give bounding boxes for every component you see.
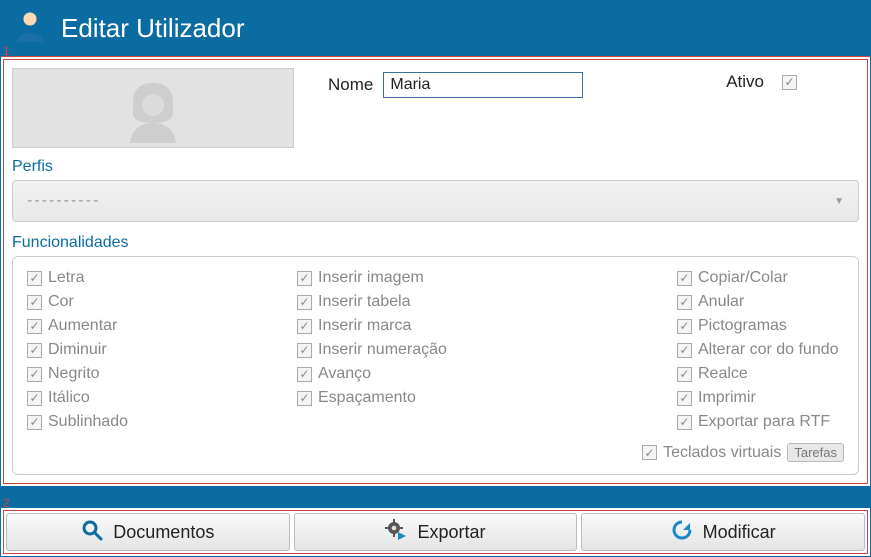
func-item: Itálico	[27, 387, 297, 409]
checkbox[interactable]	[677, 271, 692, 286]
perfis-value: ----------	[27, 192, 100, 210]
func-item: Inserir marca	[297, 315, 677, 337]
action-bar: Documentos Exportar Modificar	[3, 510, 868, 554]
checkbox[interactable]	[677, 295, 692, 310]
documentos-button[interactable]: Documentos	[6, 513, 290, 551]
name-input[interactable]	[383, 72, 583, 98]
func-item: Negrito	[27, 363, 297, 385]
func-item: Aumentar	[27, 315, 297, 337]
func-col-3: Copiar/Colar Anular Pictogramas Alterar …	[677, 267, 844, 433]
virtual-keyboards-row: Teclados virtuais Tarefas	[27, 443, 844, 462]
func-item: Alterar cor do fundo	[677, 339, 844, 361]
checkbox[interactable]	[677, 319, 692, 334]
func-item: Inserir numeração	[297, 339, 677, 361]
virtual-keyboards-label: Teclados virtuais	[663, 444, 781, 462]
func-col-1: Letra Cor Aumentar Diminuir Negrito Itál…	[27, 267, 297, 433]
modificar-button[interactable]: Modificar	[581, 513, 865, 551]
func-item: Pictogramas	[677, 315, 844, 337]
checkbox[interactable]	[27, 319, 42, 334]
checkbox[interactable]	[27, 415, 42, 430]
name-label: Nome	[328, 75, 373, 95]
marker-1: 1	[3, 44, 10, 58]
virtual-keyboards-checkbox[interactable]	[642, 445, 657, 460]
func-item: Imprimir	[677, 387, 844, 409]
checkbox[interactable]	[677, 367, 692, 382]
search-icon	[81, 519, 103, 546]
funcionalidades-label: Funcionalidades	[8, 230, 863, 254]
checkbox[interactable]	[297, 343, 312, 358]
func-item: Exportar para RTF	[677, 411, 844, 433]
func-item: Inserir imagem	[297, 267, 677, 289]
perfis-dropdown[interactable]: ---------- ▼	[12, 180, 859, 222]
titlebar: Editar Utilizador 1	[1, 1, 870, 57]
func-col-2: Inserir imagem Inserir tabela Inserir ma…	[297, 267, 677, 433]
func-item: Espaçamento	[297, 387, 677, 409]
checkbox[interactable]	[297, 367, 312, 382]
refresh-icon	[671, 519, 693, 546]
checkbox[interactable]	[677, 391, 692, 406]
exportar-label: Exportar	[417, 522, 485, 543]
func-item: Inserir tabela	[297, 291, 677, 313]
checkbox[interactable]	[677, 415, 692, 430]
checkbox[interactable]	[297, 319, 312, 334]
func-item: Avanço	[297, 363, 677, 385]
active-checkbox[interactable]	[782, 75, 797, 90]
checkbox[interactable]	[27, 271, 42, 286]
checkbox[interactable]	[297, 391, 312, 406]
checkbox[interactable]	[27, 367, 42, 382]
checkbox[interactable]	[27, 391, 42, 406]
user-header-row: Nome Ativo	[8, 64, 863, 154]
tarefas-button[interactable]: Tarefas	[787, 443, 844, 462]
main-panel: Nome Ativo Perfis ---------- ▼ Funcional…	[3, 59, 868, 484]
exportar-button[interactable]: Exportar	[294, 513, 578, 551]
func-item: Copiar/Colar	[677, 267, 844, 289]
checkbox[interactable]	[297, 295, 312, 310]
perfis-label: Perfis	[8, 154, 863, 178]
func-item: Realce	[677, 363, 844, 385]
active-label: Ativo	[726, 72, 764, 92]
marker-2: 2	[3, 496, 10, 510]
checkbox[interactable]	[677, 343, 692, 358]
documentos-label: Documentos	[113, 522, 214, 543]
func-item: Cor	[27, 291, 297, 313]
func-item: Letra	[27, 267, 297, 289]
funcionalidades-box: Letra Cor Aumentar Diminuir Negrito Itál…	[12, 256, 859, 475]
func-item: Diminuir	[27, 339, 297, 361]
func-item: Sublinhado	[27, 411, 297, 433]
user-icon	[13, 8, 47, 49]
active-area: Ativo	[726, 72, 857, 92]
checkbox[interactable]	[27, 295, 42, 310]
checkbox[interactable]	[27, 343, 42, 358]
checkbox[interactable]	[297, 271, 312, 286]
gear-icon	[385, 519, 407, 546]
name-area: Nome	[328, 72, 583, 98]
modificar-label: Modificar	[703, 522, 776, 543]
window-title: Editar Utilizador	[61, 13, 245, 44]
func-item: Anular	[677, 291, 844, 313]
avatar[interactable]	[12, 68, 294, 148]
separator-strip: 2	[1, 486, 870, 508]
chevron-down-icon: ▼	[834, 196, 846, 207]
